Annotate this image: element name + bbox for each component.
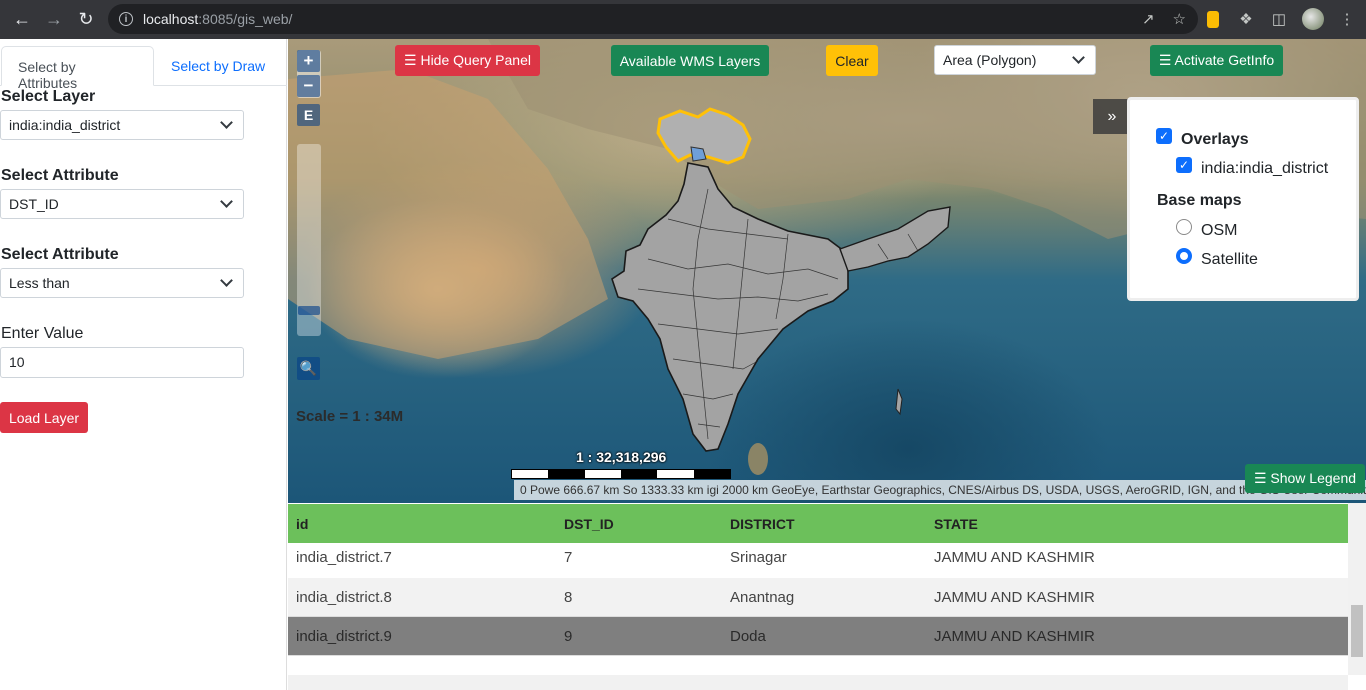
table-row[interactable]: india_district.7 7 Srinagar JAMMU AND KA… <box>288 543 1348 582</box>
cell-id: india_district.8 <box>296 589 392 606</box>
info-icon[interactable]: i <box>119 12 133 26</box>
enter-value-label: Enter Value <box>1 325 84 342</box>
layer-panel-toggle[interactable]: » <box>1093 99 1131 134</box>
zoom-in-button[interactable]: + <box>297 50 320 72</box>
hide-query-panel-button[interactable]: ☰ Hide Query Panel <box>395 45 540 76</box>
draw-type-dropdown[interactable]: Area (Polygon) <box>934 45 1096 75</box>
col-header-district: DISTRICT <box>730 516 795 532</box>
tab-select-by-attributes[interactable]: Select by Attributes <box>1 46 154 91</box>
puzzle-icon[interactable]: ❖ <box>1236 9 1256 29</box>
overlays-title: Overlays <box>1181 131 1249 148</box>
osm-radio[interactable] <box>1176 219 1192 235</box>
clear-button[interactable]: Clear <box>826 45 878 76</box>
select-operator-value: Less than <box>9 275 70 291</box>
scale-bar <box>511 469 731 479</box>
zoom-out-button[interactable]: − <box>297 75 320 97</box>
base-maps-title: Base maps <box>1157 192 1242 209</box>
zoom-slider-thumb[interactable] <box>298 306 320 315</box>
vertical-scrollbar-thumb[interactable] <box>1351 605 1363 657</box>
map-attribution: 0 Powe 666.67 km So 1333.33 km igi 2000 … <box>514 480 1366 500</box>
menu-dots-icon[interactable]: ⋮ <box>1337 9 1357 29</box>
overlay-item-label: india:india_district <box>1201 160 1329 177</box>
zoom-extent-button[interactable]: E <box>297 104 320 126</box>
osm-label: OSM <box>1201 222 1238 239</box>
scale-text: Scale = 1 : 34M <box>296 408 404 425</box>
india-mainland <box>611 162 849 452</box>
cell-dst-id: 7 <box>564 549 573 566</box>
reload-icon[interactable]: ↻ <box>75 8 97 30</box>
cell-state: JAMMU AND KASHMIR <box>934 628 1095 645</box>
value-input[interactable]: 10 <box>0 347 244 378</box>
cell-id: india_district.7 <box>296 549 392 566</box>
extension-icon-yellow[interactable] <box>1203 9 1223 29</box>
table-row-highlighted[interactable]: india_district.9 9 Doda JAMMU AND KASHMI… <box>288 617 1348 656</box>
satellite-label: Satellite <box>1201 251 1258 268</box>
address-bar[interactable]: i localhost:8085/gis_web/ ↗ ☆ <box>108 4 1198 34</box>
select-layer-dropdown[interactable]: india:india_district <box>0 110 244 140</box>
load-layer-button[interactable]: Load Layer <box>0 402 88 433</box>
profile-avatar[interactable] <box>1302 8 1324 30</box>
activate-getinfo-button[interactable]: ☰ Activate GetInfo <box>1150 45 1283 76</box>
col-header-dst-id: DST_ID <box>564 516 614 532</box>
map-view[interactable]: ☰ Hide Query Panel Available WMS Layers … <box>288 39 1366 503</box>
india-district-checkbox[interactable]: ✓ <box>1176 157 1192 173</box>
cell-state: JAMMU AND KASHMIR <box>934 549 1095 566</box>
select-operator-dropdown[interactable]: Less than <box>0 268 244 298</box>
tab-select-by-draw[interactable]: Select by Draw <box>155 46 281 86</box>
query-panel: Select by Attributes Select by Draw Sele… <box>0 39 287 690</box>
satellite-radio[interactable] <box>1176 248 1192 264</box>
star-icon[interactable]: ☆ <box>1173 10 1186 28</box>
forward-arrow-icon[interactable]: → <box>43 8 65 30</box>
url-path: :8085/gis_web/ <box>198 11 293 27</box>
cell-dst-id: 9 <box>564 628 573 645</box>
col-header-id: id <box>296 516 309 532</box>
side-panel-icon[interactable]: ◫ <box>1269 9 1289 29</box>
select-layer-label: Select Layer <box>1 88 96 105</box>
url-host: localhost <box>143 11 199 27</box>
browser-toolbar: ← → ↻ i localhost:8085/gis_web/ ↗ ☆ ❖ ◫ … <box>0 0 1366 39</box>
select-attribute-label: Select Attribute <box>1 167 119 184</box>
cell-district: Srinagar <box>730 549 787 566</box>
back-arrow-icon[interactable]: ← <box>11 8 33 30</box>
col-header-state: STATE <box>934 516 978 532</box>
layer-switcher: ✓ Overlays ✓ india:india_district Base m… <box>1127 97 1359 301</box>
select-attribute-dropdown[interactable]: DST_ID <box>0 189 244 219</box>
horizontal-scrollbar[interactable] <box>288 675 1348 690</box>
cell-district: Anantnag <box>730 589 795 606</box>
table-row[interactable]: india_district.8 8 Anantnag JAMMU AND KA… <box>288 578 1348 617</box>
show-legend-button[interactable]: ☰ Show Legend <box>1245 464 1365 493</box>
select-operator-label: Select Attribute <box>1 246 119 263</box>
cell-district: Doda <box>730 628 766 645</box>
chevron-down-icon <box>220 116 233 129</box>
cell-dst-id: 8 <box>564 589 573 606</box>
share-icon[interactable]: ↗ <box>1142 10 1155 28</box>
cell-state: JAMMU AND KASHMIR <box>934 589 1095 606</box>
search-icon[interactable]: 🔍 <box>297 357 320 380</box>
results-table: id DST_ID DISTRICT STATE india_district.… <box>288 503 1366 690</box>
vertical-scrollbar[interactable] <box>1348 503 1366 675</box>
table-header: id DST_ID DISTRICT STATE <box>288 504 1348 543</box>
cell-id: india_district.9 <box>296 628 392 645</box>
chevron-down-icon <box>220 195 233 208</box>
chevron-down-icon <box>1072 51 1085 64</box>
scale-ratio: 1 : 32,318,296 <box>576 449 667 465</box>
overlays-checkbox[interactable]: ✓ <box>1156 128 1172 144</box>
draw-type-value: Area (Polygon) <box>943 52 1037 68</box>
query-tabs: Select by Attributes Select by Draw <box>0 46 287 91</box>
select-layer-value: india:india_district <box>9 117 121 133</box>
select-attribute-value: DST_ID <box>9 196 59 212</box>
chevron-down-icon <box>220 274 233 287</box>
available-wms-layers-button[interactable]: Available WMS Layers <box>611 45 769 76</box>
